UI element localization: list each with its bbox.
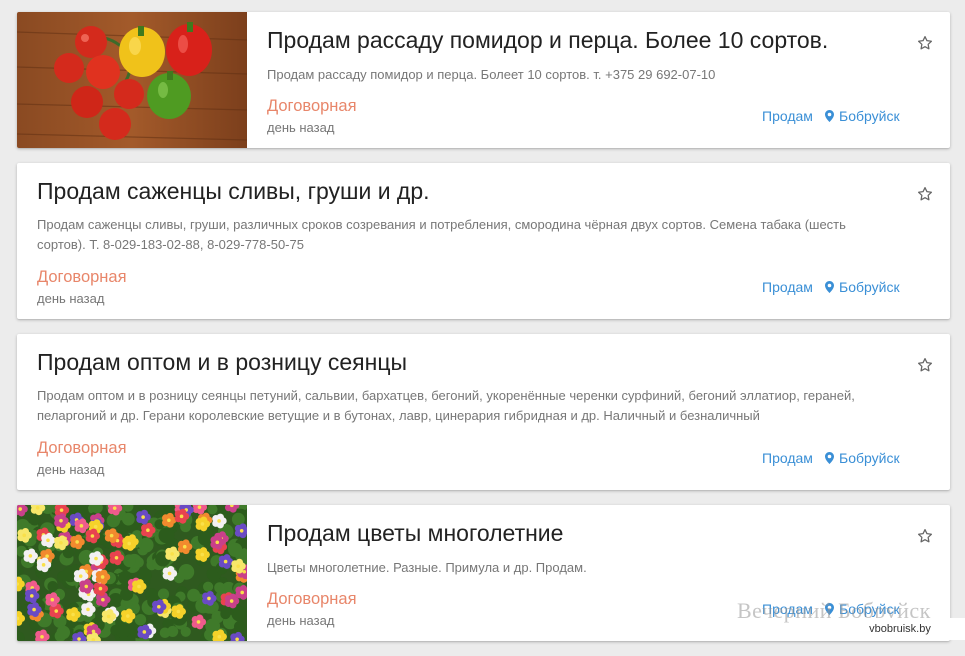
location-pin-icon (825, 281, 834, 293)
listing-title[interactable]: Продам саженцы сливы, груши и др. (37, 177, 880, 205)
listing-description: Продам саженцы сливы, груши, различных с… (37, 217, 846, 252)
listing-date: день назад (37, 462, 105, 477)
listing-date: день назад (37, 291, 105, 306)
category-link[interactable]: Продам (762, 279, 813, 295)
city-label: Бобруйск (839, 279, 900, 295)
city-link[interactable]: Бобруйск (825, 450, 900, 466)
listing-price: Договорная (37, 439, 127, 457)
category-link[interactable]: Продам (762, 108, 813, 124)
city-label: Бобруйск (839, 450, 900, 466)
listing-date: день назад (267, 613, 335, 628)
listing-image[interactable] (17, 12, 247, 148)
category-link[interactable]: Продам (762, 450, 813, 466)
favorite-star-icon[interactable] (916, 356, 934, 374)
city-label: Бобруйск (839, 108, 900, 124)
listing-card[interactable]: Продам оптом и в розницу сеянцы Продам о… (17, 334, 950, 490)
city-link[interactable]: Бобруйск (825, 108, 900, 124)
listing-description: Цветы многолетние. Разные. Примула и др.… (267, 560, 587, 575)
listing-description: Продам рассаду помидор и перца. Болеет 1… (267, 67, 716, 82)
listing-description: Продам оптом и в розницу сеянцы петуний,… (37, 388, 855, 423)
favorite-star-icon[interactable] (916, 34, 934, 52)
city-link[interactable]: Бобруйск (825, 279, 900, 295)
listing-price: Договорная (267, 590, 357, 608)
primula-flowers-photo (17, 505, 247, 641)
listing-price: Договорная (267, 97, 357, 115)
listing-price: Договорная (37, 268, 127, 286)
listing-title[interactable]: Продам рассаду помидор и перца. Более 10… (267, 26, 880, 54)
favorite-star-icon[interactable] (916, 185, 934, 203)
listing-card[interactable]: Продам саженцы сливы, груши и др. Продам… (17, 163, 950, 319)
watermark-domain: vbobruisk.by (835, 618, 965, 640)
location-pin-icon (825, 452, 834, 464)
location-pin-icon (825, 110, 834, 122)
listing-image[interactable] (17, 505, 247, 641)
favorite-star-icon[interactable] (916, 527, 934, 545)
listing-title[interactable]: Продам оптом и в розницу сеянцы (37, 348, 880, 376)
listing-title[interactable]: Продам цветы многолетние (267, 519, 880, 547)
tomatoes-peppers-photo (17, 12, 247, 148)
listing-card[interactable]: Продам рассаду помидор и перца. Более 10… (17, 12, 950, 148)
listing-date: день назад (267, 120, 335, 135)
